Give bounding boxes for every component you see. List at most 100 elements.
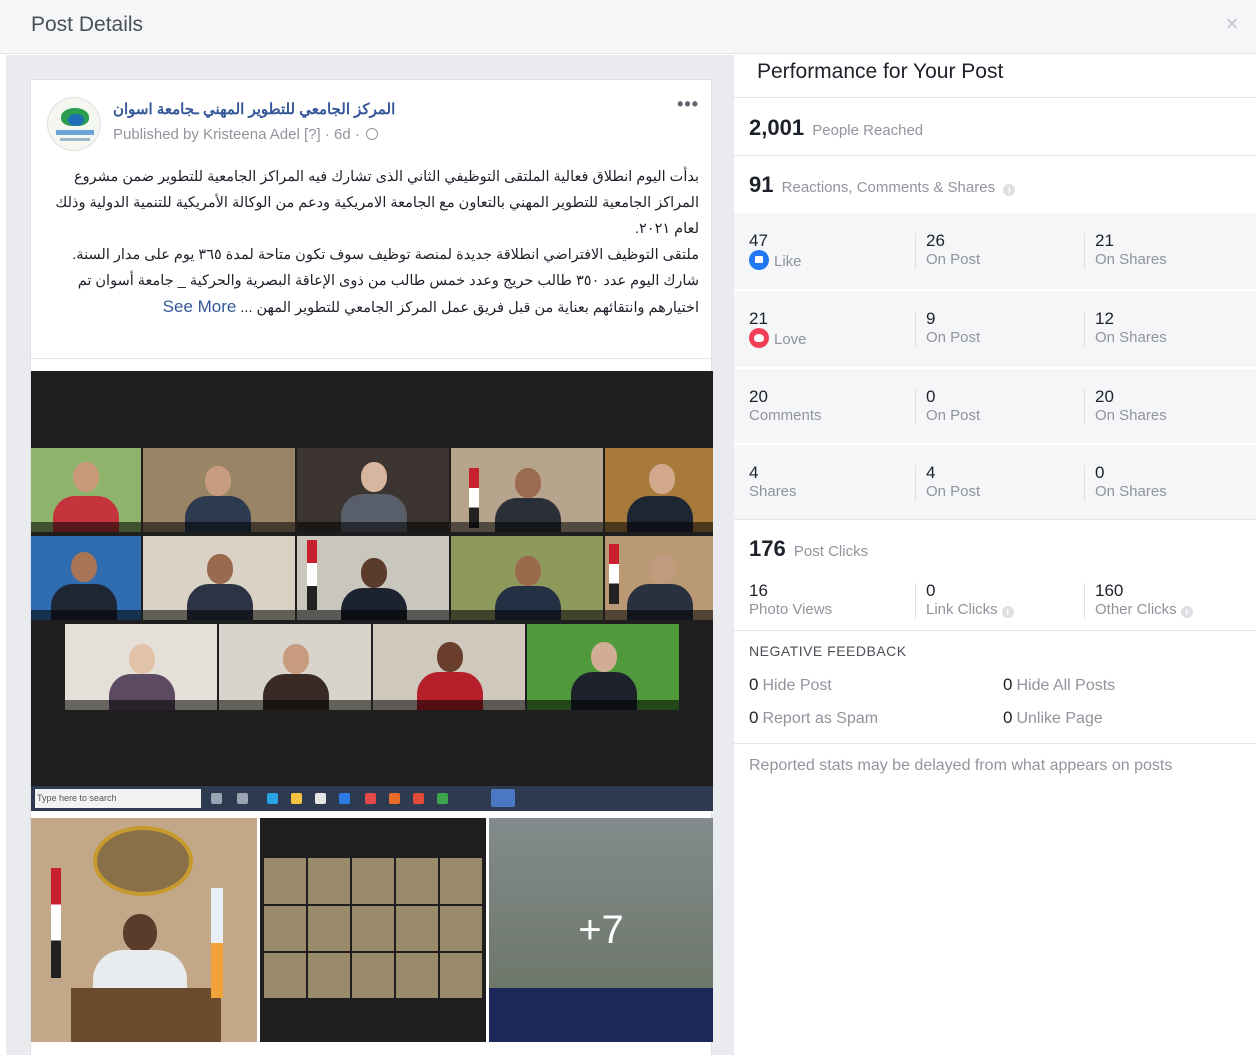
see-more-link[interactable]: See More <box>163 297 237 316</box>
tile-caption <box>65 700 217 710</box>
info-icon[interactable]: i <box>1180 606 1193 618</box>
tile-caption <box>605 610 713 620</box>
more-photos-overlay[interactable]: +7 <box>489 818 713 1042</box>
participant <box>123 914 157 952</box>
grid-line <box>264 951 482 953</box>
photo-thumbnail[interactable] <box>31 818 257 1042</box>
tile-caption <box>605 522 713 532</box>
unlike-page-label: Unlike Page <box>1016 710 1103 727</box>
flag <box>211 888 223 998</box>
hide-all-posts-label: Hide All Posts <box>1016 677 1116 694</box>
photo-thumbnail[interactable] <box>260 818 486 1042</box>
video-grid <box>264 858 482 998</box>
photo-thumbnail[interactable]: +7 <box>489 818 713 1042</box>
comments-total-value: 20 <box>749 387 768 406</box>
tile-caption <box>451 522 603 532</box>
love-total: 21 Love <box>749 309 807 349</box>
post-main-photo[interactable]: Type here to search <box>31 371 713 811</box>
negative-feedback-title: NEGATIVE FEEDBACK <box>749 643 907 659</box>
participant <box>361 462 387 492</box>
hide-post-stat: 0 Hide Post <box>749 675 832 695</box>
hide-post-value: 0 <box>749 675 759 694</box>
performance-panel: Performance for Your Post 2,001 People R… <box>734 55 1256 1055</box>
like-on-shares-value: 21 <box>1095 231 1114 250</box>
divider <box>734 630 1256 631</box>
participant <box>361 558 387 588</box>
report-spam-value: 0 <box>749 708 759 727</box>
photo-thumbnails: +7 <box>31 818 713 1056</box>
post-clicks-label: Post Clicks <box>793 543 869 560</box>
comments-on-shares-value: 20 <box>1095 387 1114 406</box>
taskbar-app-icon <box>267 793 278 804</box>
modal-title: Post Details <box>31 13 144 36</box>
published-by-text: Published by Kristeena Adel <box>113 126 300 143</box>
on-shares-label: On Shares <box>1095 407 1167 424</box>
tile-caption <box>373 700 525 710</box>
close-icon[interactable]: × <box>1220 12 1244 36</box>
published-by: Published by Kristeena Adel [?] · 6d · <box>113 126 378 143</box>
people-reached-label: People Reached <box>812 122 924 139</box>
people-reached-value: 2,001 <box>749 115 805 140</box>
tile-caption <box>297 610 449 620</box>
like-total-value: 47 <box>749 231 768 250</box>
participant <box>71 552 97 582</box>
flag <box>469 468 479 528</box>
desk <box>71 988 221 1042</box>
post-card: المركز الجامعي للتطوير المهني ـجامعة اسو… <box>30 79 713 1056</box>
hide-all-posts-value: 0 <box>1003 675 1013 694</box>
participant <box>205 466 231 496</box>
divider <box>734 519 1256 520</box>
shares-on-shares-value: 0 <box>1095 463 1105 482</box>
tile-caption <box>143 610 295 620</box>
info-icon[interactable]: i <box>1003 184 1016 196</box>
participant <box>207 554 233 584</box>
reactions-breakdown: 47 Like 26 On Post 21 On Shares 21 Love … <box>734 213 1256 519</box>
page-avatar[interactable] <box>47 97 101 151</box>
post-text-line: شارك اليوم عدد ٣٥٠ طالب حريج وعدد خمس طا… <box>51 268 699 321</box>
other-clicks-value: 160 <box>1095 581 1124 600</box>
love-on-shares: 12 On Shares <box>1095 309 1167 347</box>
taskbar-app-icon <box>389 793 400 804</box>
page-name-link[interactable]: المركز الجامعي للتطوير المهني ـجامعة اسو… <box>113 100 395 118</box>
emblem <box>93 826 193 896</box>
logo-shape <box>60 138 90 141</box>
grid-line <box>264 904 482 906</box>
video-tile <box>605 536 713 620</box>
shares-label: Shares <box>749 483 797 500</box>
modal-header: Post Details × <box>0 0 1256 54</box>
comments-on-post: 0 On Post <box>926 387 980 425</box>
participant <box>129 644 155 674</box>
photo-views-value: 16 <box>749 581 768 600</box>
love-on-post: 9 On Post <box>926 309 980 347</box>
reaction-row-love: 21 Love 9 On Post 12 On Shares <box>734 291 1256 367</box>
separator <box>915 583 916 619</box>
info-icon[interactable]: i <box>1001 606 1014 618</box>
globe-icon <box>366 128 378 140</box>
divider <box>734 97 1256 98</box>
clicks-breakdown: 16 Photo Views 0 Link Clicks i 160 Other … <box>734 563 1256 623</box>
video-tile <box>143 448 295 532</box>
hide-all-posts-stat: 0 Hide All Posts <box>1003 675 1115 695</box>
post-clicks: 176 Post Clicks <box>749 536 868 562</box>
tile-caption <box>451 610 603 620</box>
taskbar-app-icon <box>437 793 448 804</box>
shares-total-value: 4 <box>749 463 759 482</box>
divider <box>31 358 713 359</box>
video-tile <box>451 448 603 532</box>
participant <box>649 464 675 494</box>
like-total: 47 Like <box>749 231 802 271</box>
on-post-label: On Post <box>926 251 981 268</box>
like-on-shares: 21 On Shares <box>1095 231 1167 269</box>
post-text-line: ملتقى التوظيف الافتراضي انطلاقة جديدة لم… <box>72 247 699 263</box>
love-on-shares-value: 12 <box>1095 309 1114 328</box>
tile-caption <box>31 522 141 532</box>
taskbar-app-icon <box>413 793 424 804</box>
engagement-value: 91 <box>749 172 774 197</box>
participant <box>437 642 463 672</box>
video-tile <box>31 536 141 620</box>
on-shares-label: On Shares <box>1095 251 1167 268</box>
more-options-icon[interactable]: ••• <box>677 94 699 115</box>
report-spam-stat: 0 Report as Spam <box>749 708 878 728</box>
video-tile <box>65 624 217 710</box>
unlike-page-stat: 0 Unlike Page <box>1003 708 1103 728</box>
